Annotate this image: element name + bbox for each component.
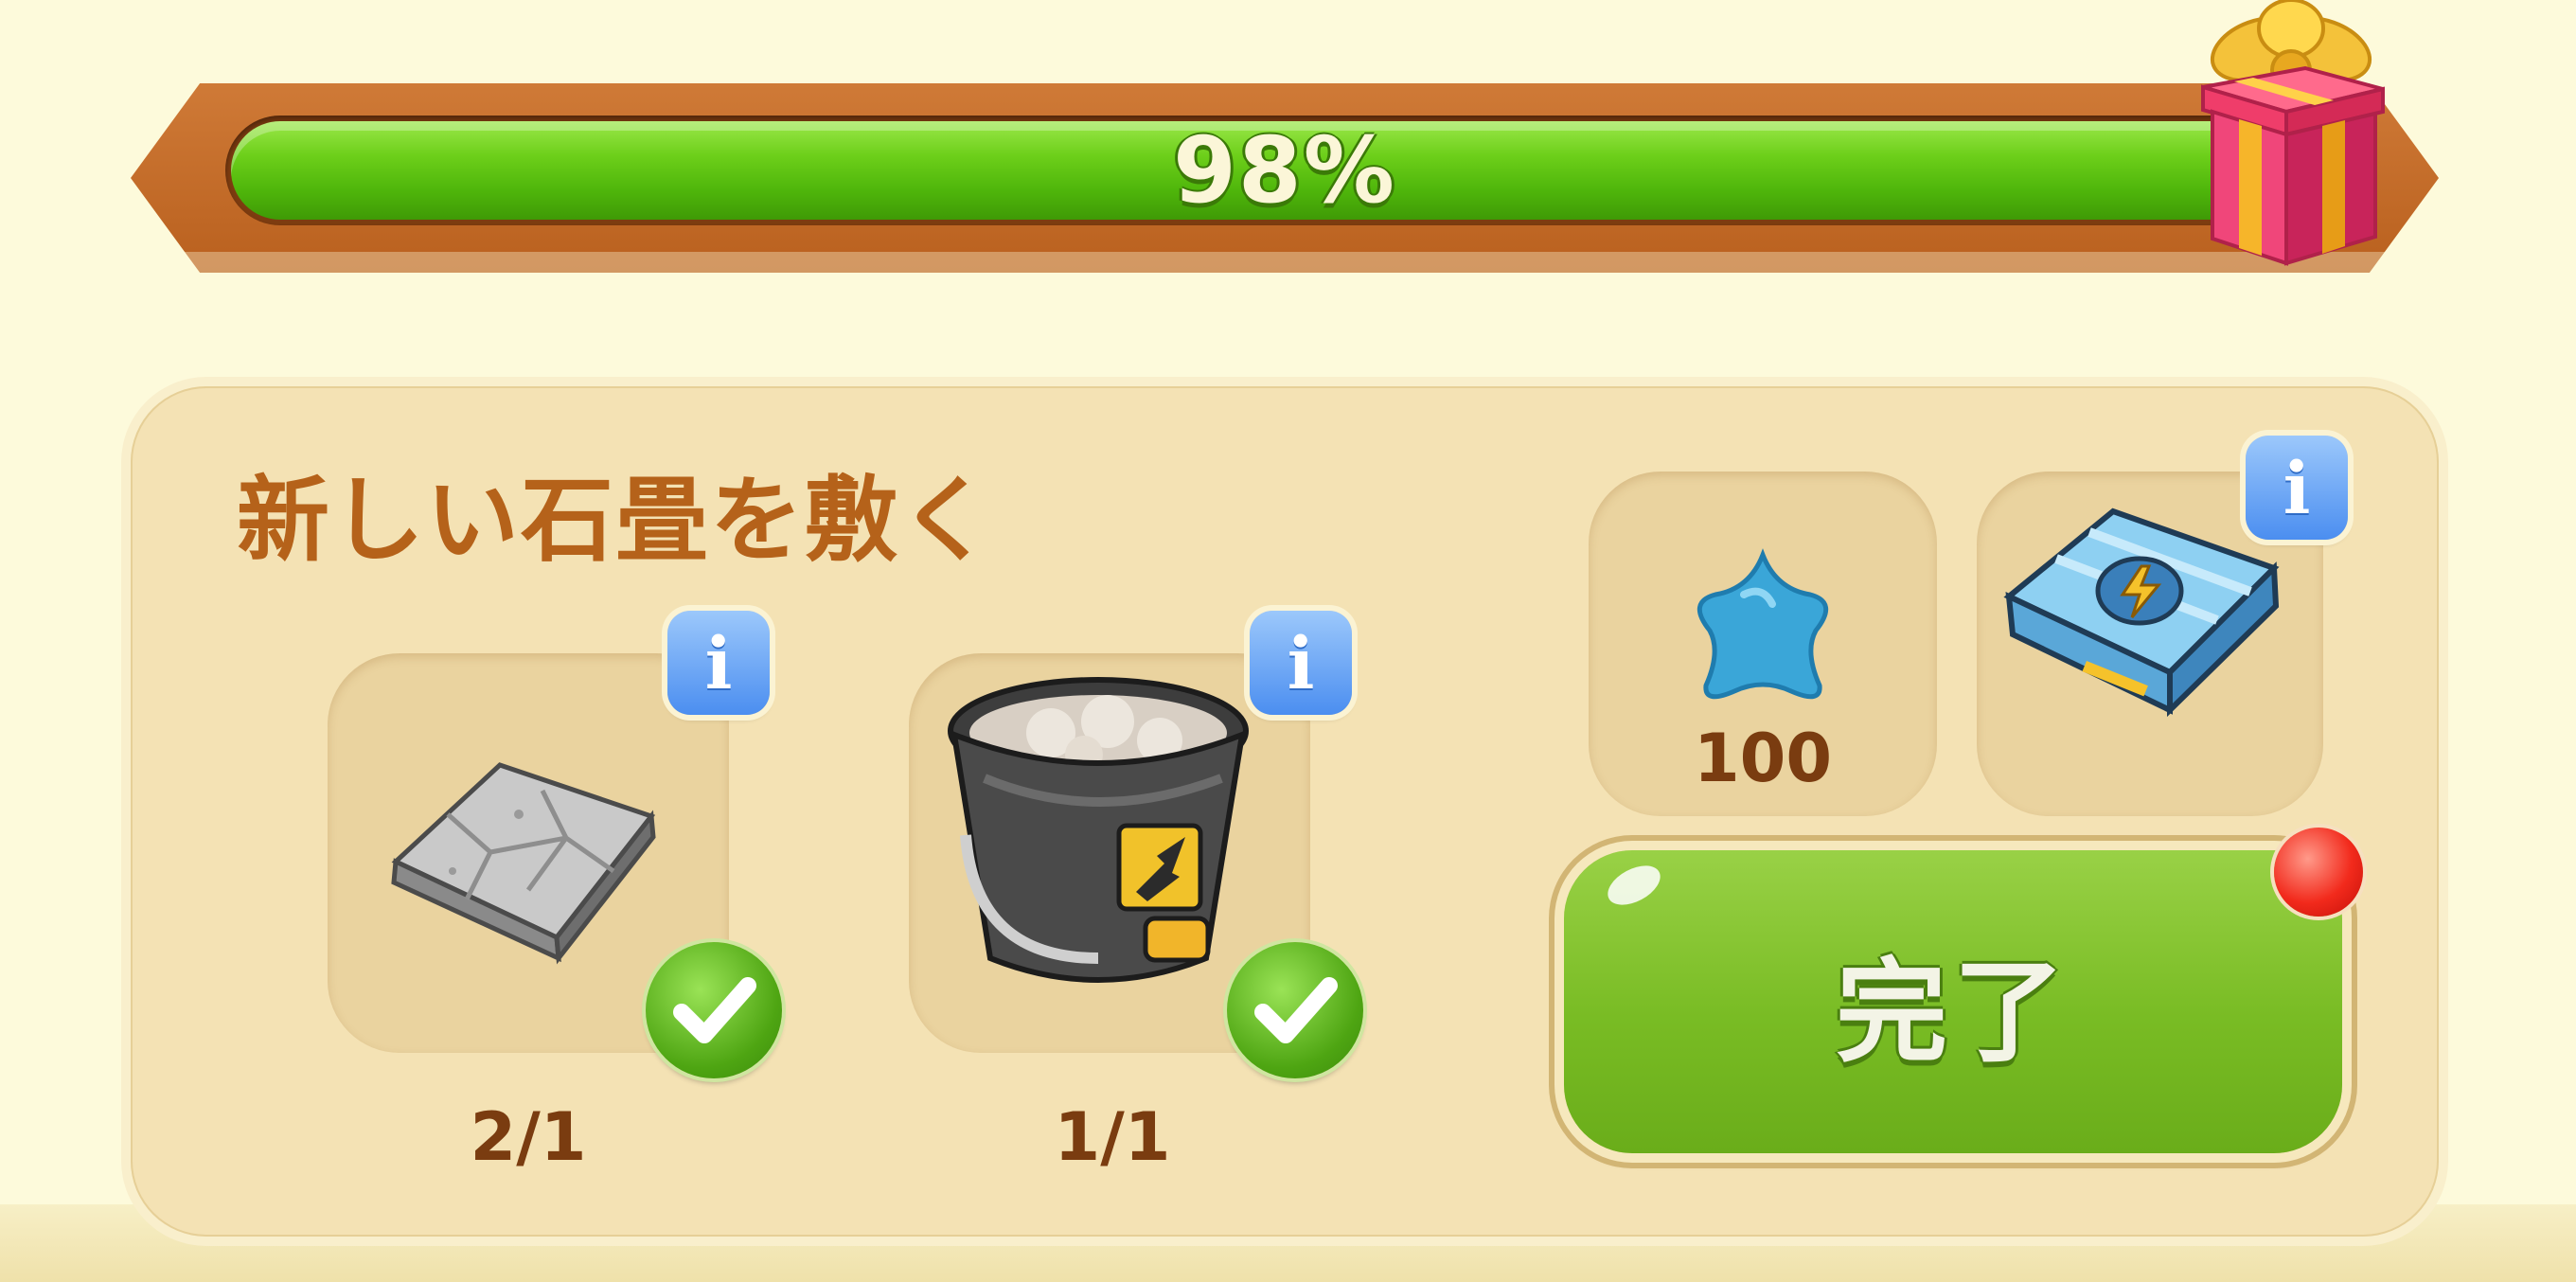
progress-percent-label: 98% — [1173, 117, 1396, 223]
info-button-stone[interactable]: i — [667, 611, 770, 715]
progress-track: 98% — [225, 116, 2344, 225]
info-button-bucket[interactable]: i — [1250, 611, 1352, 715]
info-icon: i — [2283, 445, 2311, 530]
progress-bar: 98% — [131, 83, 2439, 273]
info-button-chest[interactable]: i — [2246, 436, 2348, 540]
gift-box-icon[interactable] — [2182, 0, 2400, 275]
requirement-count-bucket: 1/1 — [1054, 1098, 1171, 1176]
cement-bucket-icon — [947, 674, 1259, 1006]
info-icon: i — [1287, 620, 1315, 705]
complete-button-label: 完了 — [1835, 946, 2070, 1077]
info-icon: i — [704, 620, 733, 705]
checkmark-icon-stone — [646, 942, 782, 1078]
stone-tile-icon — [377, 748, 661, 966]
reward-amount-star: 100 — [1693, 720, 1833, 797]
energy-chest-icon — [1999, 492, 2283, 720]
quest-title: 新しい石畳を敷く — [237, 467, 995, 575]
checkmark-icon-bucket — [1227, 942, 1363, 1078]
blue-star-icon — [1678, 547, 1848, 708]
complete-button[interactable]: 完了 — [1564, 850, 2342, 1153]
requirement-count-stone: 2/1 — [470, 1098, 587, 1176]
notification-dot — [2274, 828, 2363, 917]
